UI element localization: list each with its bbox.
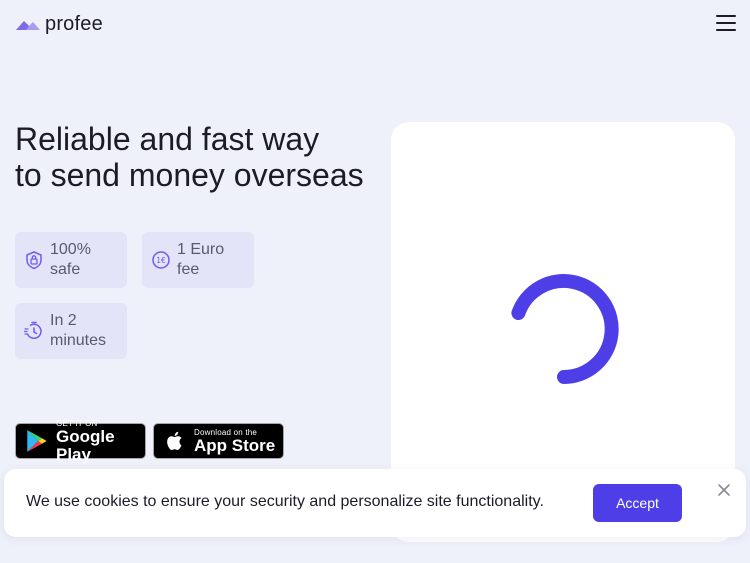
app-store-button[interactable]: Download on the App Store	[153, 423, 284, 459]
cookie-banner: We use cookies to ensure your security a…	[4, 469, 746, 537]
stopwatch-icon	[24, 321, 42, 340]
cloud-logo-icon	[16, 21, 40, 30]
close-icon[interactable]	[716, 482, 732, 498]
logo-text: profee	[45, 13, 103, 35]
feature-speed: In 2 minutes	[15, 303, 127, 359]
euro-coin-icon: 1€	[152, 251, 170, 269]
profee-logo[interactable]: profee	[15, 12, 103, 36]
google-play-big-text: Google Play	[56, 426, 115, 464]
google-play-button[interactable]: GET IT ON Google Play	[15, 419, 146, 463]
title-line-1: Reliable and fast way	[15, 121, 320, 157]
cookie-text: We use cookies to ensure your security a…	[26, 493, 544, 510]
page-title: Reliable and fast way to send money over…	[15, 121, 385, 193]
feature-fee: 1€ 1 Euro fee	[142, 232, 254, 288]
feature-fee-line2: fee	[177, 261, 200, 278]
app-store-big-text: App Store	[194, 435, 276, 455]
loading-spinner-icon	[511, 274, 619, 384]
feature-safe-line2: safe	[50, 261, 81, 278]
feature-speed-line1: In 2	[50, 312, 77, 329]
accept-cookies-button[interactable]: Accept	[593, 484, 682, 522]
apple-icon	[167, 431, 182, 450]
header: profee	[0, 0, 750, 48]
feature-safe-line1: 100%	[50, 241, 91, 258]
title-line-2: to send money overseas	[15, 157, 364, 193]
feature-speed-line2: minutes	[50, 332, 107, 349]
feature-fee-line1: 1 Euro	[177, 241, 225, 258]
hamburger-menu-icon[interactable]	[716, 15, 736, 31]
svg-text:1€: 1€	[156, 256, 166, 265]
shield-lock-icon	[26, 251, 42, 270]
feature-safe: 100% safe	[15, 232, 127, 288]
google-play-icon	[27, 430, 47, 452]
